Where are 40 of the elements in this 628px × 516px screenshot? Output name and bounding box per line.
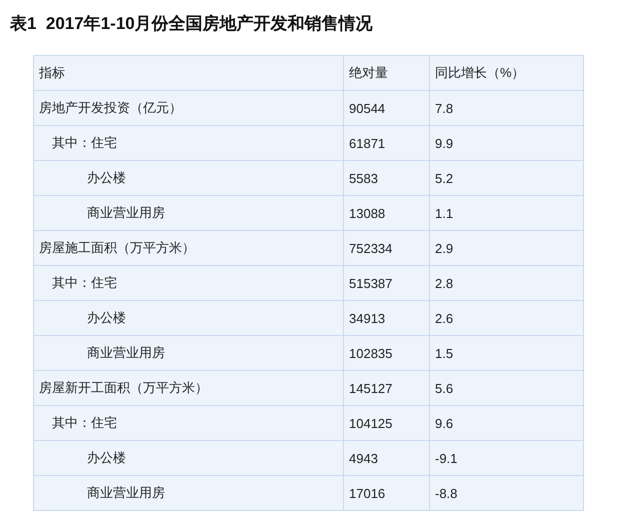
table-cell: 办公楼 bbox=[34, 300, 344, 336]
table-cell: 1.1 bbox=[430, 196, 584, 230]
column-header: 绝对量 bbox=[344, 56, 430, 90]
table-cell: 7.8 bbox=[430, 90, 584, 126]
table-cell: 5583 bbox=[344, 160, 430, 196]
table-cell: 办公楼 bbox=[34, 440, 344, 476]
table-cell: 17016 bbox=[344, 476, 430, 510]
table-cell: 4943 bbox=[344, 440, 430, 476]
table-cell: 90544 bbox=[344, 90, 430, 126]
table-cell: -8.8 bbox=[430, 476, 584, 510]
table-cell: 2.8 bbox=[430, 266, 584, 300]
table-cell: 752334 bbox=[344, 230, 430, 266]
column-header: 指标 bbox=[34, 56, 344, 90]
table-cell: 104125 bbox=[344, 406, 430, 440]
table-cell: 2.6 bbox=[430, 300, 584, 336]
table-cell: -9.1 bbox=[430, 440, 584, 476]
table-cell: 13088 bbox=[344, 196, 430, 230]
table-cell: 515387 bbox=[344, 266, 430, 300]
column-header: 同比增长（%） bbox=[430, 56, 584, 90]
table-cell: 房屋新开工面积（万平方米） bbox=[34, 370, 344, 406]
table-cell: 9.6 bbox=[430, 406, 584, 440]
table-cell: 5.2 bbox=[430, 160, 584, 196]
table-cell: 102835 bbox=[344, 336, 430, 370]
table-cell: 商业营业用房 bbox=[34, 476, 344, 510]
table-cell: 145127 bbox=[344, 370, 430, 406]
table-cell: 1.5 bbox=[430, 336, 584, 370]
table-cell: 2.9 bbox=[430, 230, 584, 266]
table-cell: 5.6 bbox=[430, 370, 584, 406]
table-cell: 9.9 bbox=[430, 126, 584, 160]
table-cell: 其中：住宅 bbox=[34, 266, 344, 300]
table-cell: 房地产开发投资（亿元） bbox=[34, 90, 344, 126]
table-cell: 34913 bbox=[344, 300, 430, 336]
table-cell: 其中：住宅 bbox=[34, 406, 344, 440]
table-cell: 商业营业用房 bbox=[34, 336, 344, 370]
table-cell: 61871 bbox=[344, 126, 430, 160]
table-cell: 商业营业用房 bbox=[34, 196, 344, 230]
table-cell: 办公楼 bbox=[34, 160, 344, 196]
table-cell: 其中：住宅 bbox=[34, 126, 344, 160]
table-cell: 房屋施工面积（万平方米） bbox=[34, 230, 344, 266]
table-title: 表1 2017年1-10月份全国房地产开发和销售情况 bbox=[10, 13, 374, 35]
